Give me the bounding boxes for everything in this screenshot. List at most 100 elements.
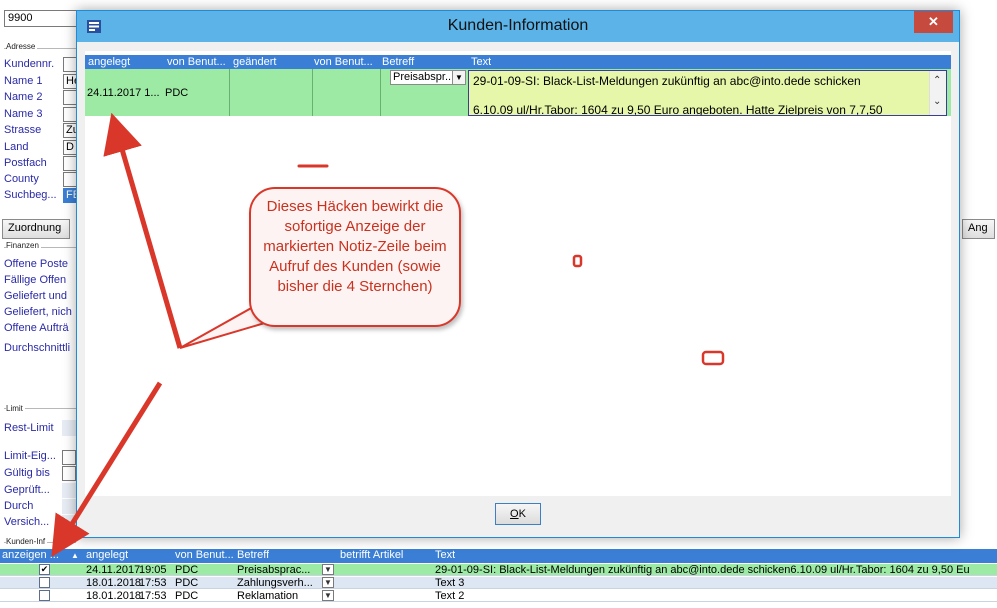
chevron-down-icon[interactable]: ▼ [322,564,334,575]
name3-field[interactable] [63,107,77,122]
row-user: PDC [165,87,189,99]
finance-item-offene-auftraege: Offene Aufträ [4,322,69,334]
dialog-titlebar[interactable]: Kunden-Information ✕ [77,11,959,42]
note-scrollbar[interactable]: ⌃ ⌄ [929,71,946,115]
finance-item-faellige: Fällige Offen [4,274,67,286]
limit-label-durch: Durch [4,500,34,512]
row-time: 19:05 [139,564,167,576]
grid-col-betreff[interactable]: Betreff [237,549,269,561]
col-text[interactable]: Text [471,56,491,68]
chevron-down-icon[interactable]: ▼ [452,71,465,84]
label-suchbegriff: Suchbeg... [4,189,57,201]
zuordnung-button[interactable]: Zuordnung [2,219,70,239]
subject-dropdown[interactable]: Preisabspr... ▼ [390,70,466,85]
close-button[interactable]: ✕ [914,11,953,33]
dialog-client-area: angelegt von Benut... geändert von Benut… [85,51,951,496]
rest-limit-value [62,420,76,436]
label-name3: Name 3 [4,108,43,120]
name1-field[interactable]: He [63,74,77,89]
row-date: 18.01.2018 [86,590,142,602]
note-text-area[interactable]: 29-01-09-SI: Black-List-Meldungen zukünf… [468,70,947,116]
customer-search-field[interactable]: 9900 [4,10,78,27]
postfach-field[interactable] [63,156,77,171]
row-subject: Reklamation [237,590,299,602]
row-date: 24.11.2017 [86,564,141,576]
cell-separator [380,69,381,116]
row-user: PDC [175,590,199,602]
finance-item-geliefert-nicht: Geliefert, nich [4,306,72,318]
grid-row[interactable]: 18.01.2018 17:53 PDC Reklamation ▼ Text … [0,590,997,602]
label-land: Land [4,141,29,153]
kundennr-field[interactable] [63,57,77,72]
limit-label-versich: Versich... [4,516,50,528]
note-text-line1: 29-01-09-SI: Black-List-Meldungen zukünf… [473,74,861,88]
row-text: 29-01-09-SI: Black-List-Meldungen zukünf… [435,564,970,576]
label-kundennr: Kundennr. [4,58,55,70]
label-name2: Name 2 [4,91,43,103]
scroll-down-icon[interactable]: ⌄ [933,96,941,107]
row-text: Text 3 [435,577,465,589]
grid-col-betrifft-artikel[interactable]: betrifft Artikel [340,549,403,561]
show-note-checkbox[interactable]: ✔ [39,564,50,575]
grid-col-anzeigen[interactable]: anzeigen ... [2,549,68,561]
row-time: 17:53 [139,577,167,589]
kunden-info-group-label: Kunden-Inf [6,537,48,546]
dialog-title: Kunden-Information [447,17,589,34]
row-subject: Preisabsprac... [237,564,311,576]
grid-col-text[interactable]: Text [435,549,455,561]
versich-value [62,515,76,530]
chevron-down-icon[interactable]: ▼ [322,577,334,588]
scroll-up-icon[interactable]: ⌃ [933,75,941,86]
row-text: Text 2 [435,590,465,602]
note-text-line2: 6.10.09 ul/Hr.Tabor: 1604 zu 9,50 Euro a… [473,103,883,116]
finance-item-offene-posten: Offene Poste [4,258,69,270]
row-time: 17:53 [139,590,167,602]
notes-table-header: angelegt von Benut... geändert von Benut… [85,55,951,69]
ok-mnemonic: O [510,508,519,520]
name2-field[interactable] [63,90,77,105]
cell-separator [312,69,313,116]
col-von-benutzer-2[interactable]: von Benut... [314,56,380,68]
limit-label-gueltig: Gültig bis [4,467,50,479]
subject-value: Preisabspr... [393,71,455,83]
col-geaendert[interactable]: geändert [233,56,313,68]
limit-label-geprueft: Geprüft... [4,484,50,496]
grid-header: anzeigen ... ▲ angelegt von Benut... Bet… [0,549,997,563]
col-betreff[interactable]: Betreff [382,56,462,68]
chevron-down-icon[interactable]: ▼ [322,590,334,601]
row-date: 18.01.2018 [86,577,142,589]
county-field[interactable] [63,172,77,187]
kunden-information-dialog: Kunden-Information ✕ angelegt von Benut.… [76,10,960,538]
label-name1: Name 1 [4,75,43,87]
strasse-field[interactable]: Zu [63,123,77,138]
address-group-label: Adresse [6,42,38,51]
row-user: PDC [175,564,199,576]
grid-col-von-benutzer[interactable]: von Benut... [175,549,234,561]
col-angelegt[interactable]: angelegt [88,56,162,68]
label-postfach: Postfach [4,157,47,169]
finance-item-geliefert-und: Geliefert und [4,290,67,302]
grid-row[interactable]: 18.01.2018 17:53 PDC Zahlungsverh... ▼ T… [0,577,997,589]
suchbegriff-field[interactable]: FE [63,188,77,203]
limit-group-label: Limit [6,404,25,413]
annotation-callout: Dieses Häcken bewirkt die sofortige Anze… [249,187,461,327]
show-note-checkbox[interactable] [39,590,50,601]
ok-label: K [518,508,526,520]
gueltig-bis-field[interactable] [62,466,76,481]
row-user: PDC [175,577,199,589]
col-von-benutzer[interactable]: von Benut... [167,56,233,68]
cell-separator [229,69,230,116]
rest-limit-label: Rest-Limit [4,422,54,434]
ok-button[interactable]: OK [495,503,541,525]
label-strasse: Strasse [4,124,42,136]
show-note-checkbox[interactable] [39,577,50,588]
land-field[interactable]: D [63,140,77,155]
label-county: County [4,173,39,185]
grid-row[interactable]: ✔ 24.11.2017 19:05 PDC Preisabsprac... ▼… [0,564,997,576]
limit-eigen-field[interactable] [62,450,76,465]
grid-col-angelegt[interactable]: angelegt [86,549,128,561]
durch-value [62,499,76,514]
geprueft-value [62,483,76,498]
ang-button[interactable]: Ang [962,219,995,239]
row-subject: Zahlungsverh... [237,577,313,589]
